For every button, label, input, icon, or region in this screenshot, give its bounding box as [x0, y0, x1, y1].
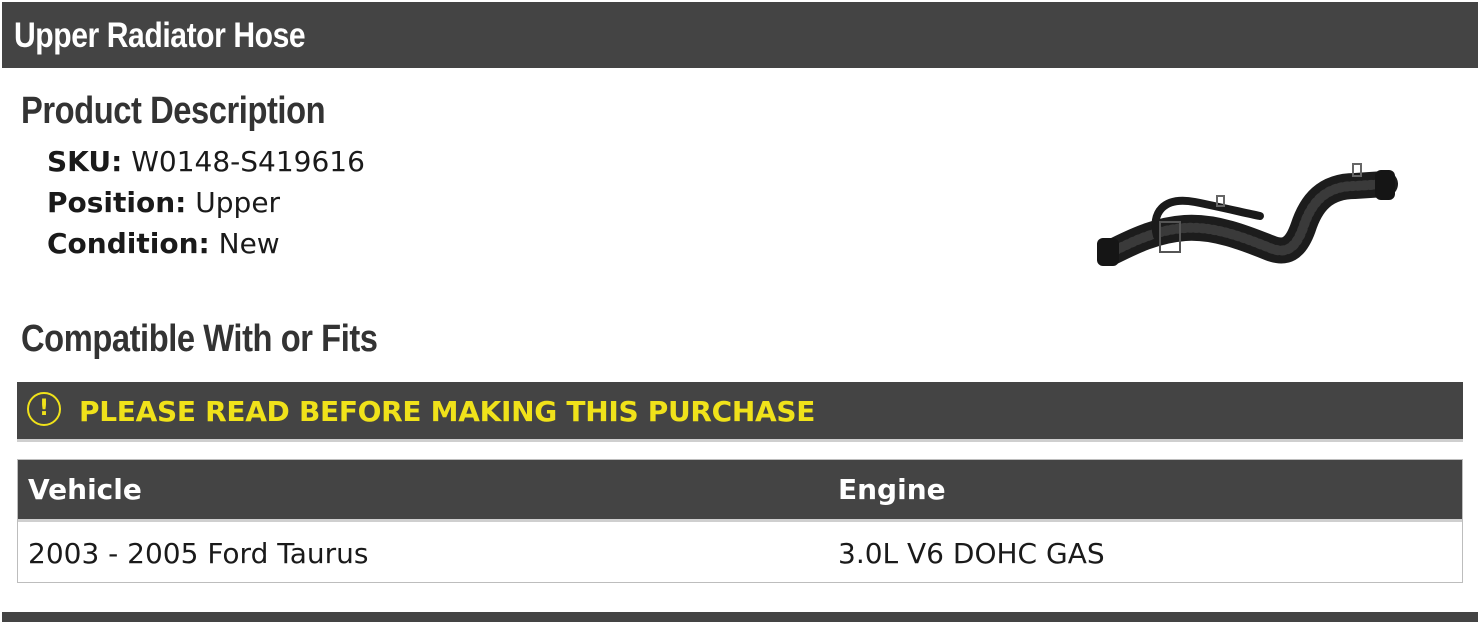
compatibility-heading: Compatible With or Fits [21, 318, 378, 360]
engine-column-header: Engine [838, 473, 946, 506]
position-value: Upper [195, 186, 281, 219]
position-row: Position: Upper [47, 186, 280, 219]
table-header: Vehicle Engine [18, 460, 1462, 522]
sku-row: SKU: W0148-S419616 [47, 145, 365, 178]
engine-cell: 3.0L V6 DOHC GAS [838, 537, 1105, 570]
sku-value: W0148-S419616 [131, 145, 365, 178]
vehicle-cell: 2003 - 2005 Ford Taurus [28, 537, 369, 570]
product-description-heading: Product Description [21, 90, 326, 132]
purchase-warning-banner: ! PLEASE READ BEFORE MAKING THIS PURCHAS… [17, 382, 1463, 442]
sku-label: SKU: [47, 145, 123, 178]
footer-bar [2, 612, 1478, 622]
position-label: Position: [47, 186, 187, 219]
condition-row: Condition: New [47, 227, 280, 260]
radiator-hose-image [1097, 163, 1398, 266]
page-title: Upper Radiator Hose [14, 16, 306, 55]
warning-text: PLEASE READ BEFORE MAKING THIS PURCHASE [79, 395, 816, 428]
condition-value: New [218, 227, 280, 260]
header-bar: Upper Radiator Hose [2, 2, 1478, 68]
condition-label: Condition: [47, 227, 210, 260]
fitment-table: Vehicle Engine 2003 - 2005 Ford Taurus 3… [17, 459, 1463, 583]
exclamation-circle-icon: ! [27, 392, 61, 426]
vehicle-column-header: Vehicle [28, 473, 142, 506]
